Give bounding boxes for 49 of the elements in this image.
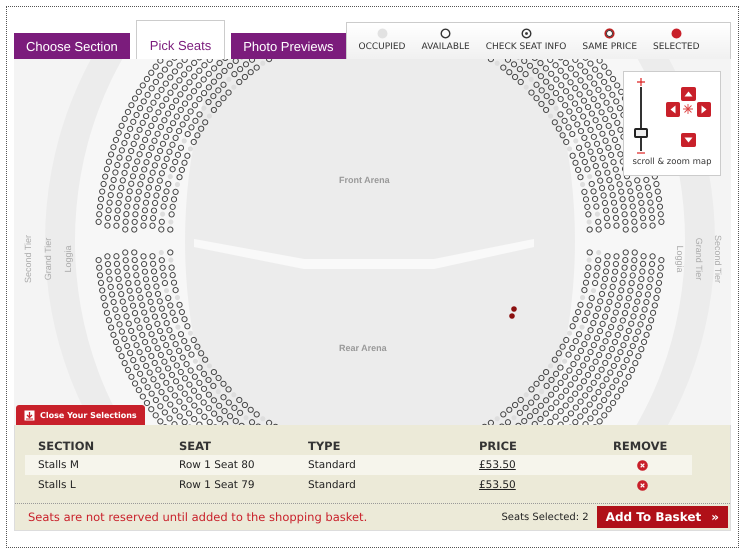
add-to-basket-button[interactable]: Add To Basket » [596,506,728,528]
remove-icon[interactable] [637,480,648,490]
tier-label: Grand Tier [43,236,53,282]
column-header: REMOVE [613,439,668,453]
seat-icon [670,28,682,39]
remove-icon[interactable] [637,460,648,470]
table-cell-text: Row 1 Seat 80 [179,459,256,471]
zoom-caption: scroll & zoom map [632,157,712,167]
arena-label: Front Arena [339,175,390,185]
legend-label: AVAILABLE [421,42,470,52]
center-icon[interactable] [682,103,694,115]
price-link[interactable]: £53.50 [479,459,516,471]
legend-label: OCCUPIED [358,42,406,52]
seat-icon [440,28,452,39]
up-arrow-button[interactable] [680,87,696,101]
price-link[interactable]: £53.50 [479,479,516,491]
arena-label: Rear Arena [339,343,387,353]
tier-label: Second Tier [713,234,723,284]
column-header: TYPE [308,439,342,453]
close-selections-button[interactable]: Close Your Selections [16,405,145,425]
table-cell-text: Stalls M [38,459,80,471]
tier-label: Grand Tier [694,236,704,282]
download-icon [24,410,35,420]
column-header: PRICE [479,439,518,453]
tab[interactable]: Choose Section [14,33,130,59]
table-cell-text: Standard [308,459,357,471]
legend-label: CHECK SEAT INFO [486,42,566,52]
tier-label: Second Tier [23,234,33,284]
table-cell-text: Stalls L [38,479,77,491]
notice-text: Seats are not reserved until added to the shopping basket. [28,510,368,524]
table-cell-text: Standard [308,479,357,491]
minus-icon[interactable] [636,151,646,155]
occupied-seat-icon [376,28,388,39]
table-cell-text: Row 1 Seat 79 [179,479,256,491]
plus-icon[interactable] [636,77,646,87]
seats-selected-text: Seats Selected: 2 [501,512,589,522]
tab[interactable]: Pick Seats [136,20,226,59]
right-arrow-button[interactable] [696,102,710,117]
legend-label: SELECTED [653,42,700,52]
dotted-seat-icon [520,28,532,39]
left-arrow-button[interactable] [666,102,680,117]
tier-label: Loggia [675,244,685,275]
column-header: SECTION [38,439,96,453]
tab[interactable]: Photo Previews [231,33,346,59]
seat-icon [604,28,616,39]
column-header: SEAT [179,439,212,453]
tier-label: Loggia [63,244,73,275]
down-arrow-button[interactable] [680,133,696,147]
legend-label: SAME PRICE [582,42,638,52]
